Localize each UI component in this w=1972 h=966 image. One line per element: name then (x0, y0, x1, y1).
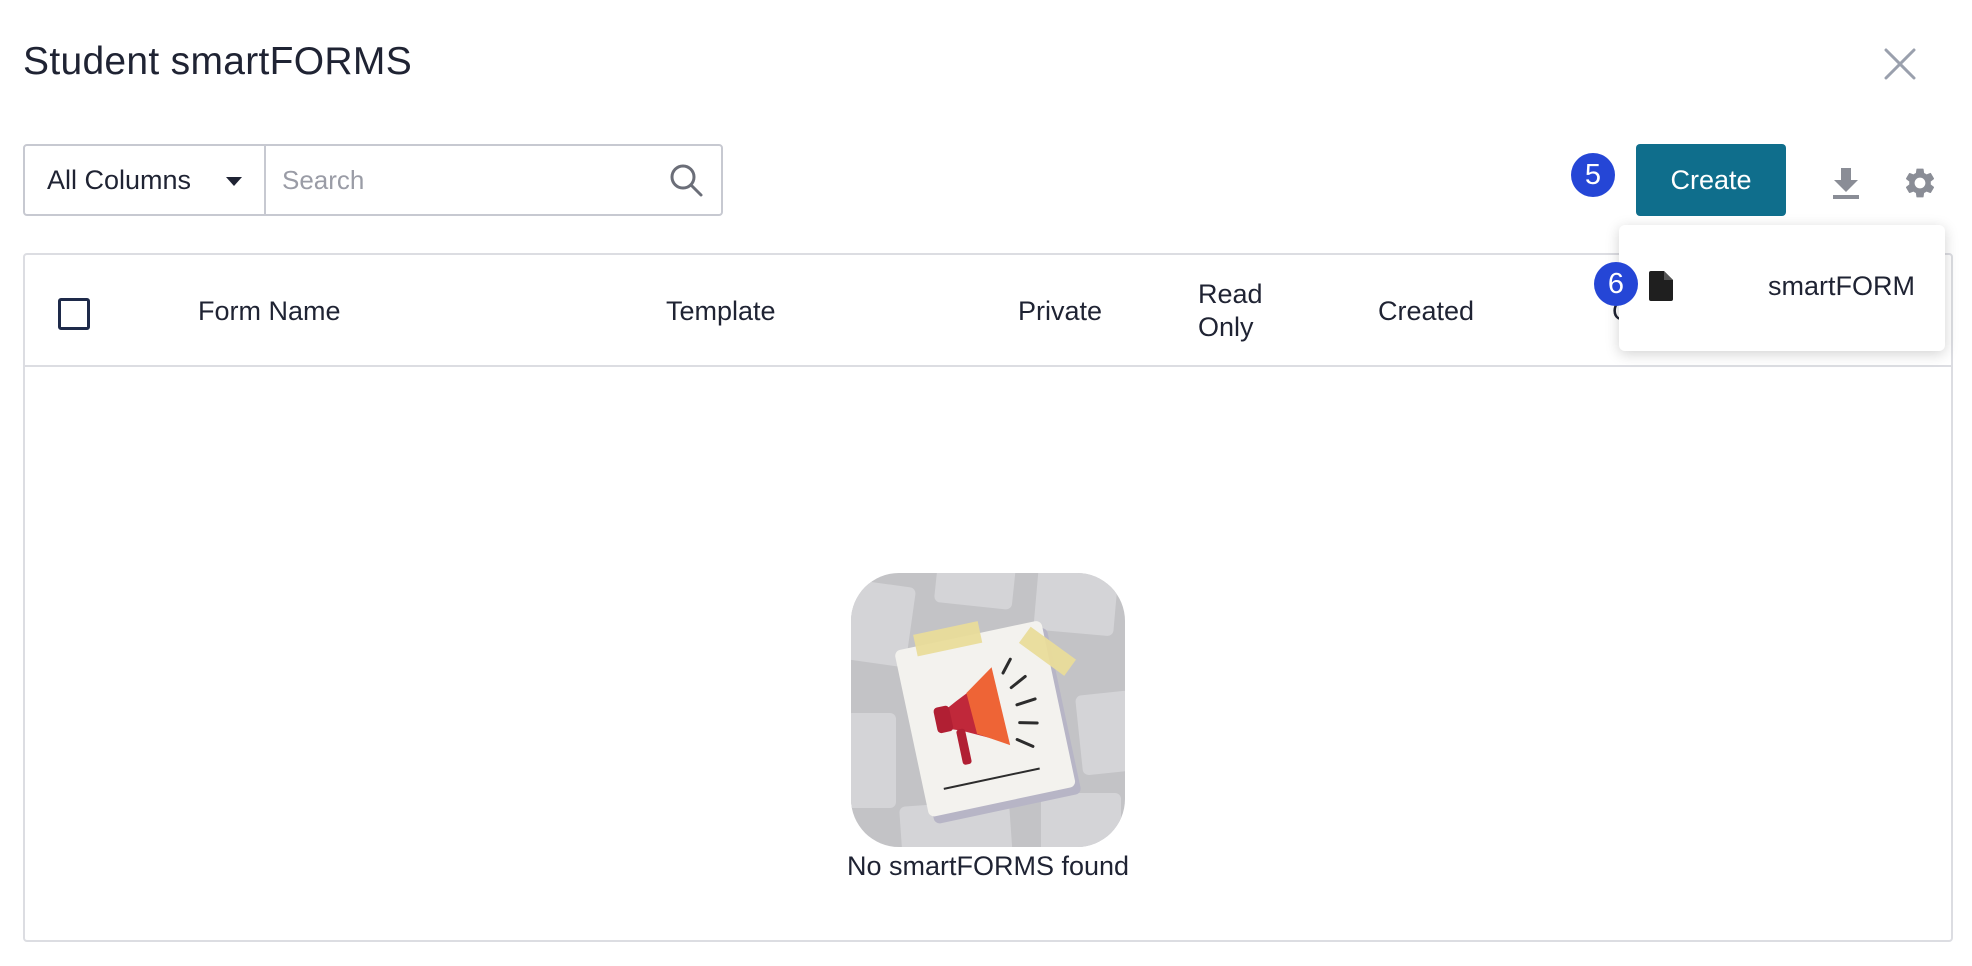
menu-item-label: smartFORM (1768, 270, 1915, 301)
search-icon (670, 164, 703, 197)
empty-state-message: No smartFORMS found (846, 851, 1130, 881)
column-header-created[interactable]: Created (1378, 295, 1474, 328)
column-filter-value: All Columns (47, 164, 192, 195)
column-header-template[interactable]: Template (666, 295, 776, 328)
column-filter-select[interactable]: All Columns (25, 146, 266, 214)
megaphone-illustration (851, 573, 1125, 847)
page-title: Student smartFORMS (23, 40, 413, 83)
download-button[interactable] (1829, 165, 1863, 201)
column-header-form-name[interactable]: Form Name (198, 295, 341, 328)
gear-icon (1905, 168, 1935, 198)
document-icon (1649, 271, 1673, 301)
settings-button[interactable] (1902, 165, 1938, 201)
download-icon (1833, 168, 1859, 199)
caret-down-icon (226, 177, 242, 186)
step-badge-5: 5 (1571, 153, 1615, 197)
column-header-read-only[interactable]: Read Only (1198, 278, 1288, 344)
close-icon (1884, 48, 1916, 80)
step-badge-6: 6 (1594, 262, 1638, 306)
empty-state: No smartFORMS found (25, 573, 1951, 882)
close-button[interactable] (1880, 44, 1920, 84)
search-button[interactable] (651, 146, 721, 214)
forms-table: Form Name Template Private Read Only Cre… (23, 253, 1953, 942)
select-all-checkbox[interactable] (58, 298, 90, 330)
create-menu: smartFORM (1619, 225, 1945, 351)
menu-item-smartform[interactable]: smartFORM (1619, 259, 1945, 313)
search-bar: All Columns (23, 144, 723, 216)
column-header-private[interactable]: Private (1018, 295, 1102, 328)
search-input[interactable] (266, 146, 651, 214)
create-button[interactable]: Create (1636, 144, 1786, 216)
